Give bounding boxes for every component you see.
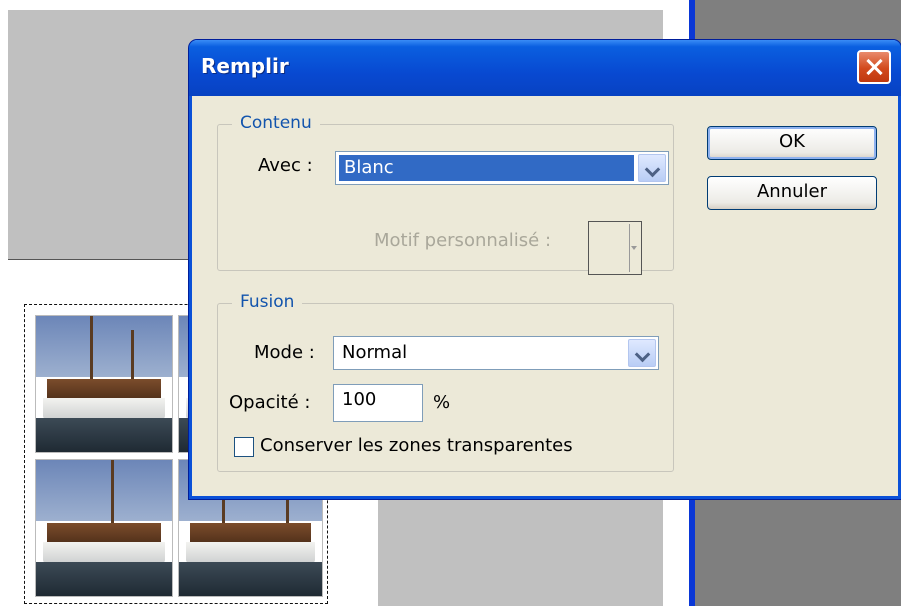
chevron-down-icon <box>631 246 637 250</box>
ok-button[interactable]: OK <box>707 126 877 160</box>
dialog-client-area: Contenu Avec : Blanc Motif personnalisé … <box>192 96 898 499</box>
fill-dialog: Remplir Contenu Avec : Blanc Motif perso… <box>189 40 901 499</box>
opacite-label: Opacité : <box>229 392 311 413</box>
mode-select-value: Normal <box>342 342 408 363</box>
sailboat-photo-1 <box>35 315 173 453</box>
contenu-legend: Contenu <box>232 113 320 133</box>
cancel-button[interactable]: Annuler <box>707 176 877 210</box>
fusion-legend: Fusion <box>232 292 303 312</box>
mode-label: Mode : <box>254 342 315 363</box>
opacite-input[interactable]: 100 <box>333 384 423 422</box>
pattern-picker <box>588 221 642 275</box>
fusion-group: Fusion Mode : Normal Opacité : 100 % Con… <box>217 292 674 472</box>
canvas-gray-area-bottom <box>378 493 663 606</box>
dialog-title: Remplir <box>201 54 289 78</box>
chevron-down-icon[interactable] <box>628 339 656 367</box>
avec-select[interactable]: Blanc <box>335 151 669 185</box>
opacite-unit: % <box>433 392 451 413</box>
sailboat-photo-3 <box>35 459 173 597</box>
motif-label: Motif personnalisé : <box>374 230 552 251</box>
dialog-titlebar[interactable]: Remplir <box>189 40 901 96</box>
mode-select[interactable]: Normal <box>333 336 659 370</box>
avec-label: Avec : <box>258 155 313 176</box>
chevron-down-icon[interactable] <box>638 154 666 182</box>
preserve-transparency-label[interactable]: Conserver les zones transparentes <box>260 435 573 456</box>
contenu-group: Contenu Avec : Blanc Motif personnalisé … <box>217 113 674 275</box>
close-icon[interactable] <box>857 50 891 84</box>
avec-select-value: Blanc <box>344 157 394 178</box>
preserve-transparency-checkbox[interactable] <box>234 437 254 457</box>
